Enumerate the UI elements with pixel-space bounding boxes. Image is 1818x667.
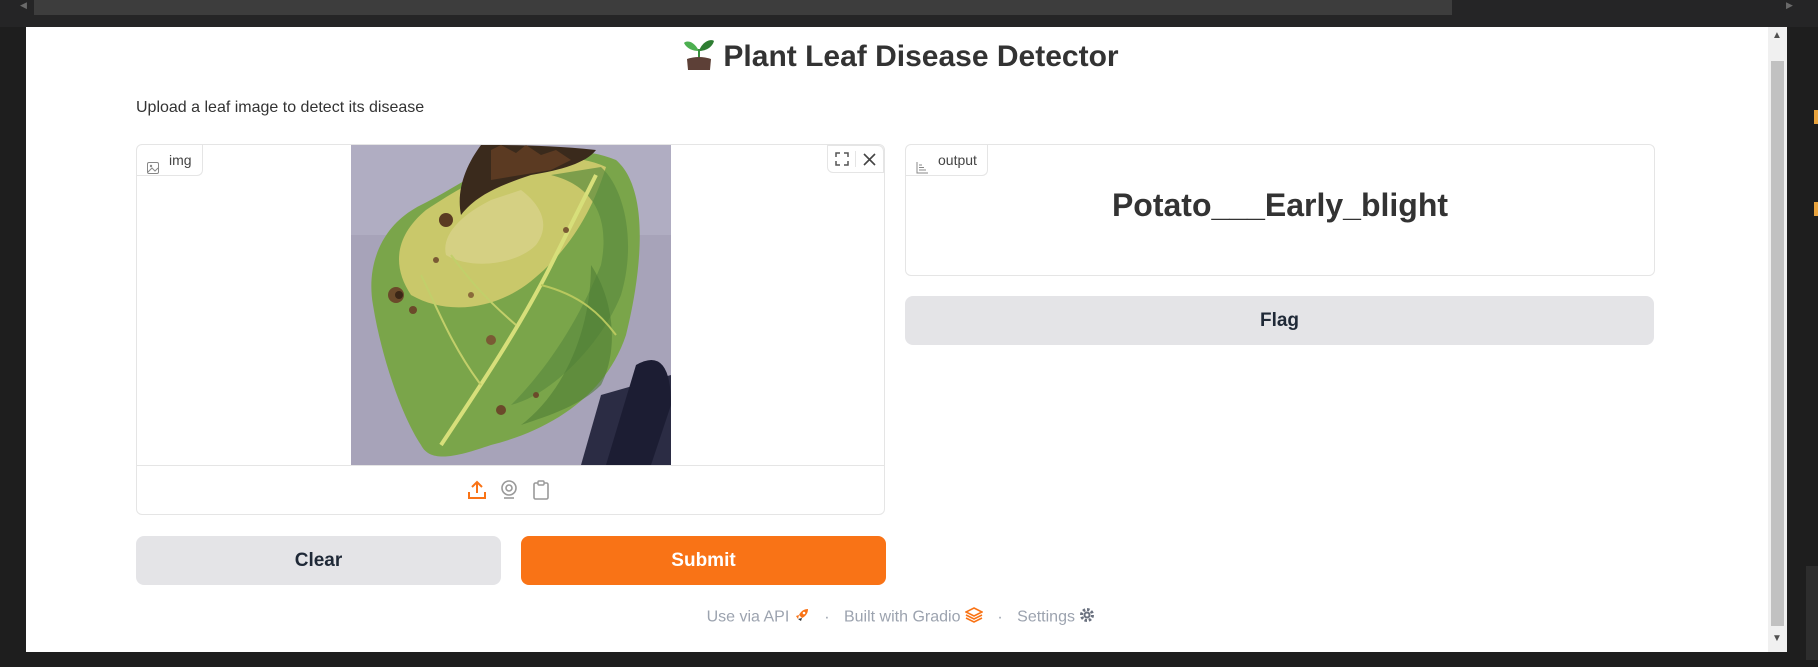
- gear-icon[interactable]: [1079, 608, 1095, 627]
- upload-icon[interactable]: [467, 480, 487, 505]
- use-via-api-link[interactable]: Use via API: [707, 609, 790, 626]
- settings-link[interactable]: Settings: [1017, 609, 1075, 626]
- submit-button[interactable]: Submit: [521, 536, 886, 585]
- scroll-down-icon[interactable]: ▼: [1772, 633, 1782, 644]
- vertical-scrollbar[interactable]: ▲ ▼: [1768, 27, 1787, 652]
- fullscreen-icon[interactable]: [828, 146, 855, 172]
- gradio-app: Plant Leaf Disease Detector Upload a lea…: [26, 27, 1768, 652]
- input-label: img: [137, 145, 203, 176]
- horizontal-scrollbar[interactable]: [34, 0, 1452, 15]
- built-with-gradio-link[interactable]: Built with Gradio: [844, 609, 961, 626]
- page-title: Plant Leaf Disease Detector: [26, 37, 1768, 79]
- clear-button[interactable]: Clear: [136, 536, 501, 585]
- editor-marker: [1814, 110, 1818, 124]
- window-top-bar: ◀ ▶: [0, 0, 1818, 27]
- output-label-text: output: [938, 152, 977, 168]
- output-panel: output Potato___Early_blight: [905, 144, 1655, 276]
- leaf-image: [351, 145, 671, 465]
- webcam-icon[interactable]: [500, 480, 518, 505]
- sprout-icon: [683, 37, 715, 79]
- editor-scroll-region: [1806, 566, 1818, 660]
- scroll-right-icon[interactable]: ▶: [1786, 0, 1793, 11]
- close-icon[interactable]: [856, 146, 883, 172]
- chart-icon: [916, 154, 928, 184]
- clipboard-icon[interactable]: [533, 480, 549, 505]
- editor-marker: [1814, 202, 1818, 216]
- scroll-left-icon[interactable]: ◀: [20, 0, 27, 11]
- scrollbar-thumb[interactable]: [1771, 61, 1784, 626]
- footer: Use via API · Built with Gradio · Settin…: [26, 607, 1768, 628]
- page-description: Upload a leaf image to detect its diseas…: [136, 99, 425, 116]
- image-icon: [147, 154, 159, 184]
- flag-button[interactable]: Flag: [905, 296, 1654, 345]
- rocket-icon: [794, 609, 814, 627]
- scroll-up-icon[interactable]: ▲: [1772, 30, 1782, 41]
- image-source-bar: [137, 465, 884, 515]
- page-title-text: Plant Leaf Disease Detector: [723, 39, 1119, 73]
- image-toolbar: [827, 145, 884, 173]
- footer-separator: ·: [824, 608, 830, 626]
- input-label-text: img: [169, 152, 192, 168]
- prediction-text: Potato___Early_blight: [1111, 187, 1449, 223]
- image-input-panel[interactable]: img: [136, 144, 885, 515]
- gradio-logo-icon: [964, 607, 987, 627]
- footer-separator: ·: [997, 608, 1003, 626]
- output-label: output: [906, 145, 988, 176]
